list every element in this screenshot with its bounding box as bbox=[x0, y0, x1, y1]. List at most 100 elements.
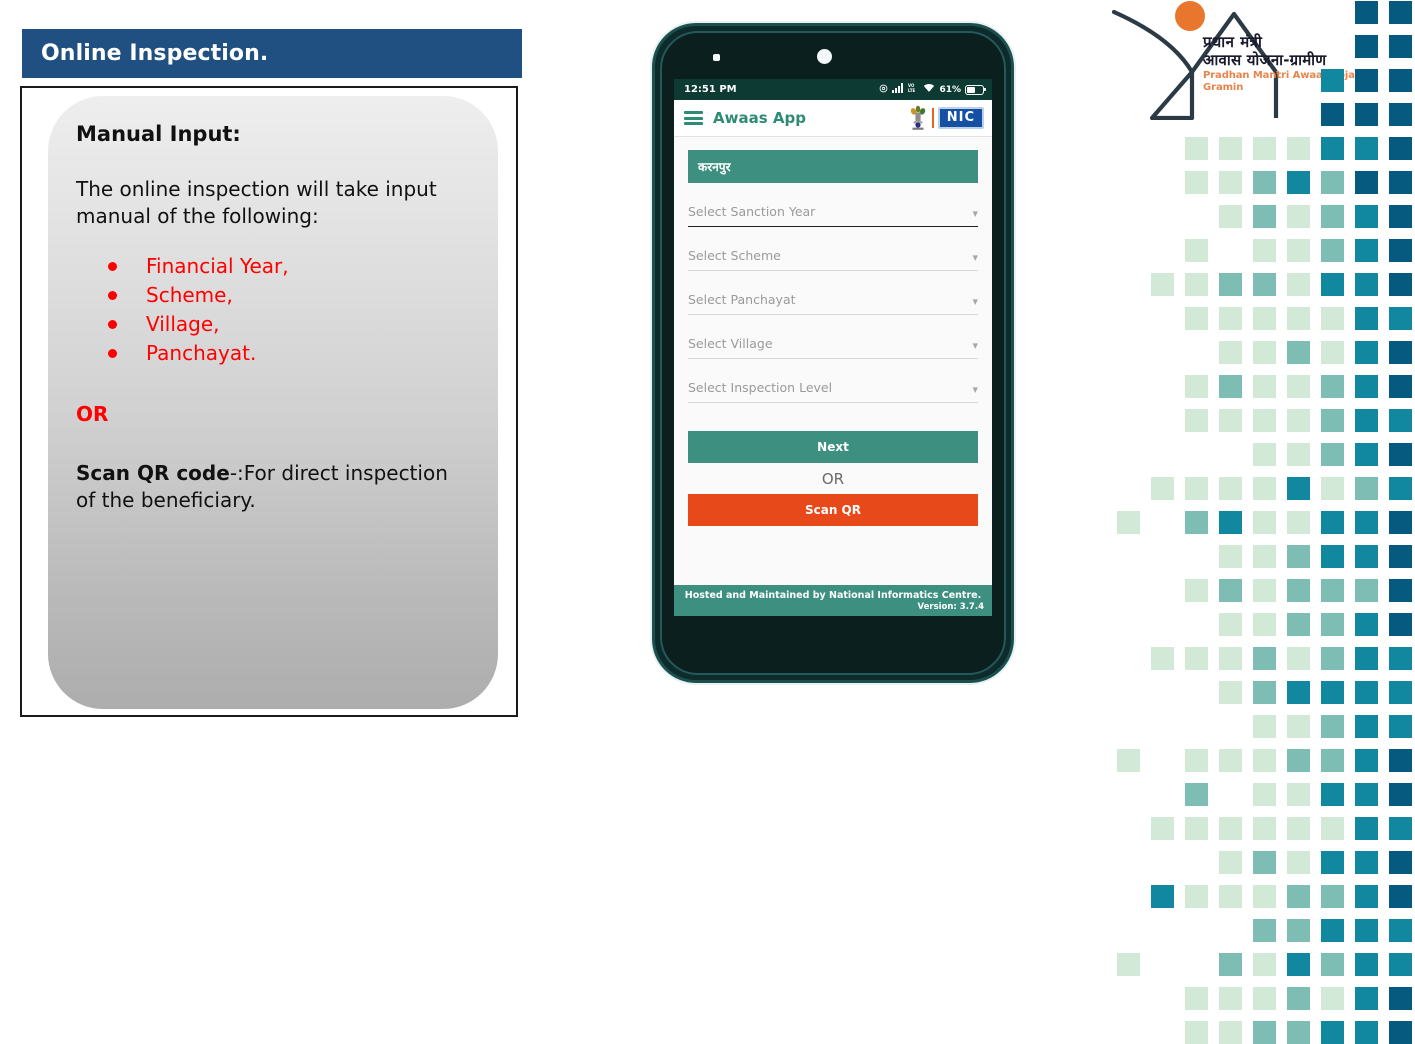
app-bar: Awaas App NIC bbox=[674, 100, 992, 137]
pixel-cell bbox=[1389, 103, 1412, 126]
chevron-down-icon: ▾ bbox=[972, 207, 978, 220]
pixel-cell bbox=[1185, 307, 1208, 330]
pixel-cell bbox=[1287, 239, 1310, 262]
pixel-cell bbox=[1389, 443, 1412, 466]
india-state-emblem-icon bbox=[908, 105, 928, 131]
pixel-cell bbox=[1219, 341, 1242, 364]
pixel-cell bbox=[1355, 715, 1378, 738]
list-item: Panchayat. bbox=[104, 339, 468, 368]
pixel-cell bbox=[1389, 341, 1412, 364]
pixel-cell bbox=[1253, 681, 1276, 704]
pixel-cell bbox=[1321, 69, 1344, 92]
pixel-cell bbox=[1287, 749, 1310, 772]
pixel-cell bbox=[1321, 511, 1344, 534]
pixel-cell bbox=[1253, 205, 1276, 228]
pixel-cell bbox=[1117, 749, 1140, 772]
scan-qr-description: Scan QR code-:For direct inspection of t… bbox=[76, 460, 468, 514]
pixel-cell bbox=[1321, 375, 1344, 398]
pixel-cell bbox=[1287, 851, 1310, 874]
pixel-cell bbox=[1389, 715, 1412, 738]
pixel-cell bbox=[1321, 273, 1344, 296]
battery-icon bbox=[965, 84, 986, 95]
hamburger-menu-icon[interactable] bbox=[684, 111, 703, 125]
pixel-cell bbox=[1185, 409, 1208, 432]
pixel-cell bbox=[1355, 987, 1378, 1010]
pixel-cell bbox=[1389, 69, 1412, 92]
list-item: Financial Year, bbox=[104, 252, 468, 281]
pixel-cell bbox=[1219, 681, 1242, 704]
volte-icon: VO LTE bbox=[908, 83, 919, 96]
field-label: Select Village bbox=[688, 336, 773, 351]
pixel-cell bbox=[1321, 681, 1344, 704]
pixel-cell bbox=[1219, 885, 1242, 908]
pixel-cell bbox=[1389, 1021, 1412, 1044]
pixel-cell bbox=[1287, 1021, 1310, 1044]
pixel-cell bbox=[1321, 919, 1344, 942]
field-label: Select Panchayat bbox=[688, 292, 796, 307]
pixel-cell bbox=[1321, 545, 1344, 568]
pixel-cell bbox=[1389, 273, 1412, 296]
pixel-cell bbox=[1355, 953, 1378, 976]
pixel-cell bbox=[1253, 511, 1276, 534]
scan-qr-button[interactable]: Scan QR bbox=[688, 494, 978, 526]
pixel-cell bbox=[1321, 1021, 1344, 1044]
pixel-cell bbox=[1253, 647, 1276, 670]
pixel-cell bbox=[1287, 613, 1310, 636]
pixel-cell bbox=[1321, 205, 1344, 228]
pixel-cell bbox=[1219, 1021, 1242, 1044]
pixel-cell bbox=[1355, 375, 1378, 398]
field-label: Select Sanction Year bbox=[688, 204, 816, 219]
select-sanction-year-field[interactable]: Select Sanction Year ▾ bbox=[688, 204, 978, 227]
pixel-cell bbox=[1151, 647, 1174, 670]
pixel-cell bbox=[1219, 409, 1242, 432]
pixel-cell bbox=[1287, 919, 1310, 942]
pixel-cell bbox=[1355, 817, 1378, 840]
pixel-cell bbox=[1355, 749, 1378, 772]
signal-bars-icon bbox=[892, 83, 904, 96]
input-bullet-list: Financial Year, Scheme, Village, Panchay… bbox=[76, 252, 468, 368]
app-title: Awaas App bbox=[713, 109, 806, 127]
or-label: OR bbox=[76, 402, 109, 426]
pixel-cell bbox=[1287, 477, 1310, 500]
field-label: Select Scheme bbox=[688, 248, 781, 263]
pixel-cell bbox=[1253, 715, 1276, 738]
pixel-cell bbox=[1355, 511, 1378, 534]
pixel-cell bbox=[1287, 783, 1310, 806]
pixel-cell bbox=[1389, 749, 1412, 772]
pixel-cell bbox=[1253, 749, 1276, 772]
pixel-cell bbox=[1355, 783, 1378, 806]
pixel-cell bbox=[1389, 579, 1412, 602]
pixel-cell bbox=[1287, 545, 1310, 568]
pixel-cell bbox=[1185, 511, 1208, 534]
pixel-cell bbox=[1219, 511, 1242, 534]
pixel-cell bbox=[1253, 851, 1276, 874]
pixel-cell bbox=[1389, 307, 1412, 330]
emblem-divider bbox=[931, 108, 934, 128]
select-scheme-field[interactable]: Select Scheme ▾ bbox=[688, 248, 978, 271]
pixel-cell bbox=[1321, 171, 1344, 194]
pixel-cell bbox=[1253, 375, 1276, 398]
pixel-cell bbox=[1321, 239, 1344, 262]
pixel-cell bbox=[1253, 171, 1276, 194]
select-inspection-level-field[interactable]: Select Inspection Level ▾ bbox=[688, 380, 978, 403]
pixel-cell bbox=[1287, 987, 1310, 1010]
pixel-cell bbox=[1287, 443, 1310, 466]
list-item: Scheme, bbox=[104, 281, 468, 310]
pixel-cell bbox=[1219, 613, 1242, 636]
pixel-cell bbox=[1389, 137, 1412, 160]
pixel-cell bbox=[1389, 953, 1412, 976]
wifi-icon bbox=[923, 83, 935, 96]
nic-logo: NIC bbox=[937, 106, 984, 130]
select-village-field[interactable]: Select Village ▾ bbox=[688, 336, 978, 359]
screen-footer: Hosted and Maintained by National Inform… bbox=[674, 585, 992, 616]
pixel-cell bbox=[1389, 409, 1412, 432]
pixel-cell bbox=[1389, 35, 1412, 58]
footer-text: Hosted and Maintained by National Inform… bbox=[684, 590, 982, 601]
pixel-cell bbox=[1321, 103, 1344, 126]
pixel-cell bbox=[1253, 273, 1276, 296]
pixel-cell bbox=[1219, 953, 1242, 976]
mute-icon bbox=[879, 84, 888, 96]
pixel-cell bbox=[1185, 1021, 1208, 1044]
select-panchayat-field[interactable]: Select Panchayat ▾ bbox=[688, 292, 978, 315]
next-button[interactable]: Next bbox=[688, 431, 978, 463]
